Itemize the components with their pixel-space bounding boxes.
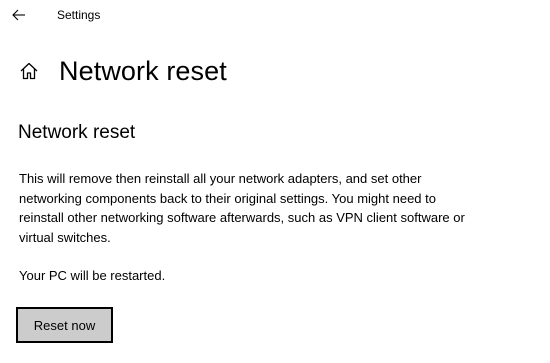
settings-window: Settings Network reset Network reset Thi… [0, 0, 550, 363]
title-bar: Settings [0, 0, 550, 30]
home-icon [20, 62, 38, 80]
restart-note: Your PC will be restarted. [19, 268, 166, 283]
description-text: This will remove then reinstall all your… [19, 171, 465, 245]
app-title: Settings [57, 8, 101, 22]
page-header: Network reset [18, 54, 227, 88]
arrow-left-icon [12, 9, 25, 21]
back-button[interactable] [8, 4, 30, 26]
page-title: Network reset [59, 56, 227, 86]
home-button[interactable] [18, 60, 40, 82]
reset-now-button[interactable]: Reset now [16, 307, 113, 343]
section-title: Network reset [18, 122, 136, 143]
